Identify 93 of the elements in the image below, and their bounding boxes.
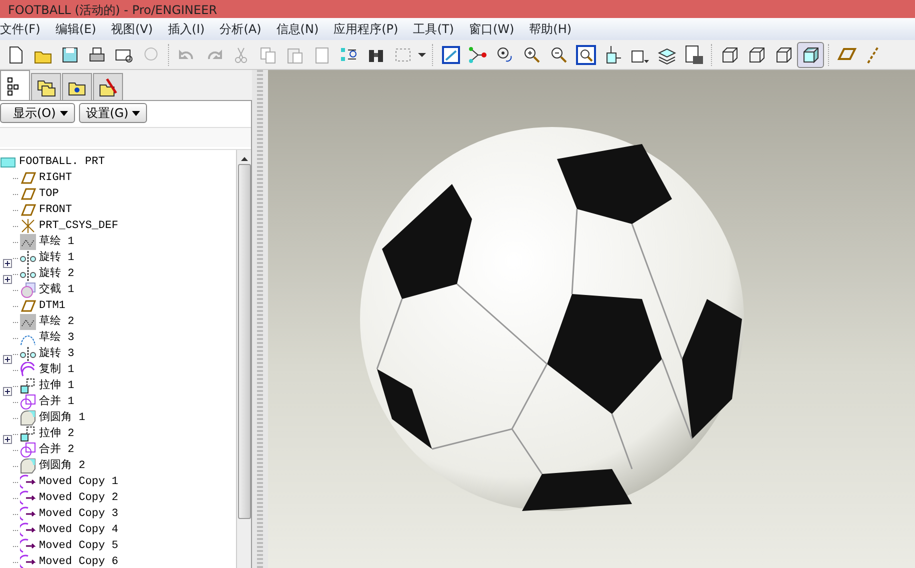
coordinate-system-icon <box>20 218 36 234</box>
extrude-icon <box>20 378 36 394</box>
tools-folder-icon <box>98 77 118 97</box>
shaded-cube-icon <box>800 44 820 64</box>
menu-item[interactable]: 帮助(H) <box>529 20 578 38</box>
tree-item-label[interactable]: Moved Copy 2 <box>39 490 118 506</box>
hidden-line-icon <box>746 44 766 64</box>
menu-item[interactable]: 工具(T) <box>413 20 460 38</box>
revolve-icon <box>20 346 36 362</box>
tree-item-label[interactable]: 草绘 2 <box>39 314 74 330</box>
moved-copy-icon <box>20 474 36 490</box>
tree-item-label[interactable]: 交截 1 <box>39 282 74 298</box>
display-style-button[interactable] <box>797 42 824 68</box>
merge-icon <box>20 442 36 458</box>
scroll-up-icon[interactable] <box>240 156 248 162</box>
merge-icon <box>20 394 36 410</box>
save-icon[interactable] <box>60 44 80 64</box>
moved-copy-icon <box>20 506 36 522</box>
tree-item-label[interactable]: Moved Copy 1 <box>39 474 118 490</box>
panel-tab[interactable] <box>31 73 61 100</box>
splitter-handle[interactable] <box>252 70 268 568</box>
menu-item[interactable]: 文件(F) <box>0 20 46 38</box>
scrollbar[interactable] <box>236 150 251 568</box>
menu-item[interactable]: 信息(N) <box>276 20 325 38</box>
datum-plane-icon <box>20 186 36 202</box>
tree-item-label[interactable]: 倒圆角 1 <box>39 410 86 426</box>
zoom-out-icon[interactable] <box>548 44 568 64</box>
moved-copy-icon <box>20 490 36 506</box>
wireframe-icon <box>720 44 740 64</box>
tree-root-label[interactable]: FOOTBALL. PRT <box>19 154 105 170</box>
tree-item-label[interactable]: Moved Copy 5 <box>39 538 118 554</box>
tree-item-label[interactable]: 旋转 1 <box>39 250 74 266</box>
tree-item-label[interactable]: 草绘 3 <box>39 330 74 346</box>
expand-icon[interactable] <box>3 354 12 364</box>
dropdown-button[interactable]: 显示(O) <box>0 103 75 123</box>
tree-item-label[interactable]: 草绘 1 <box>39 234 74 250</box>
printer-icon[interactable] <box>86 44 106 64</box>
tree-item-label[interactable]: 旋转 3 <box>39 346 74 362</box>
tree-item-label[interactable]: 拉伸 2 <box>39 426 74 442</box>
expand-icon[interactable] <box>3 434 12 444</box>
tree-item-label[interactable]: 倒圆角 2 <box>39 458 86 474</box>
tree-item-label[interactable]: Moved Copy 3 <box>39 506 118 522</box>
extrude-icon <box>20 426 36 442</box>
tree-item-label[interactable]: DTM1 <box>39 298 66 314</box>
no-hidden-icon <box>774 44 794 64</box>
tree-item-label[interactable]: TOP <box>39 186 59 202</box>
menu-item[interactable]: 分析(A) <box>220 20 268 38</box>
panel-tab[interactable] <box>62 73 92 100</box>
sketch-icon <box>20 314 36 330</box>
tree-item-label[interactable]: 复制 1 <box>39 362 74 378</box>
datum-plane-icon <box>20 298 36 314</box>
part-icon <box>0 156 16 168</box>
datum-plane-icon <box>20 170 36 186</box>
revolve-icon <box>20 266 36 282</box>
tree-item-label[interactable]: 合并 2 <box>39 442 74 458</box>
moved-copy-icon <box>20 538 36 554</box>
copy-feature-icon <box>20 362 36 378</box>
repaint-icon[interactable] <box>440 44 460 64</box>
sketch-icon <box>20 234 36 250</box>
round-icon <box>20 458 36 474</box>
spin-center-icon[interactable] <box>494 44 514 64</box>
camera-icon[interactable] <box>684 44 704 64</box>
caret-icon <box>132 110 140 116</box>
tree-item-label[interactable]: 拉伸 1 <box>39 378 74 394</box>
orient-icon[interactable] <box>468 44 488 64</box>
tree-item-label[interactable]: PRT_CSYS_DEF <box>39 218 118 234</box>
menu-item[interactable]: 视图(V) <box>111 20 159 38</box>
tree-item-label[interactable]: Moved Copy 4 <box>39 522 118 538</box>
menu-item[interactable]: 应用程序(P) <box>334 20 404 38</box>
round-icon <box>20 410 36 426</box>
tree-item-label[interactable]: 旋转 2 <box>39 266 74 282</box>
tree-item-label[interactable]: FRONT <box>39 202 72 218</box>
zoom-in-icon[interactable] <box>522 44 542 64</box>
expand-icon[interactable] <box>3 386 12 396</box>
moved-copy-icon <box>20 554 36 568</box>
expand-icon[interactable] <box>3 258 12 268</box>
menu-item[interactable]: 编辑(E) <box>55 20 102 38</box>
dropdown-button[interactable]: 设置(G) <box>78 103 148 123</box>
panel-tab[interactable] <box>93 73 123 100</box>
menu-item[interactable]: 窗口(W) <box>468 20 520 38</box>
caret-icon <box>60 110 68 116</box>
menu-item[interactable]: 插入(I) <box>168 20 211 38</box>
moved-copy-icon <box>20 522 36 538</box>
expand-icon[interactable] <box>3 274 12 284</box>
datum-plane-icon <box>20 202 36 218</box>
tree-item-label[interactable]: 合并 1 <box>39 394 74 410</box>
zoom-fit-icon[interactable] <box>576 44 596 64</box>
tree-item-label[interactable]: RIGHT <box>39 170 72 186</box>
panel-tab[interactable] <box>0 70 30 100</box>
intersect-icon <box>20 282 36 298</box>
filter-field[interactable] <box>0 127 251 147</box>
tree-item-label[interactable]: Moved Copy 6 <box>39 554 118 568</box>
revolve-icon <box>20 250 36 266</box>
